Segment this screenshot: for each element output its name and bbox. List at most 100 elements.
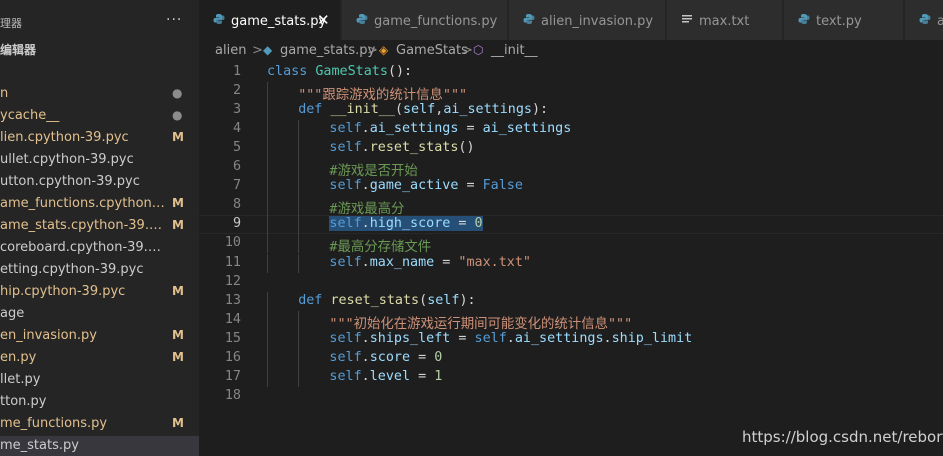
code-text: self.high_score = 0 [329,216,483,232]
editor-tab[interactable]: max.txt [667,0,783,40]
code-token: 0 [434,349,443,365]
code-token: (): [387,64,413,79]
editor-tab[interactable]: text.py [784,0,904,40]
code-line[interactable]: 2 """跟踪游戏的统计信息""" [199,82,943,103]
indent-guide [267,291,268,311]
breadcrumb: alien > ◆ game_stats.py > ◈ GameStats > … [199,40,943,62]
editor-tab-bar: game_stats.py ✕ game_functions.py alien_inv… [199,0,943,40]
code-line[interactable]: 6 #游戏是否开始 [199,158,943,179]
file-tree-item[interactable]: age [0,304,199,326]
code-line[interactable]: 14 """初始化在游戏运行期间可能变化的统计信息""" [199,310,943,332]
indent-guide [267,215,268,235]
file-tree-item[interactable]: llet.py [0,370,199,392]
python-icon [356,13,368,25]
file-name: en_invasion.py [0,328,97,343]
breadcrumb-file[interactable]: game_stats.py [280,43,375,58]
file-tree-item[interactable]: tton.py [0,392,199,414]
code-line[interactable]: 18 [199,387,943,406]
file-tree-item[interactable]: ame_functions.cpython-39.... M [0,194,199,216]
open-editors-section[interactable]: 编辑器 [0,41,36,58]
code-line[interactable]: 3 def __init__(self,ai_settings): [199,101,943,121]
file-name: hip.cpython-39.pyc [0,284,126,299]
editor-tab[interactable]: alien_invasion.py [509,0,666,40]
line-number: 12 [224,273,241,289]
indent-guide [298,348,300,368]
code-token: max_name [369,254,435,270]
editor-tab[interactable]: game_functions.py [342,0,508,40]
file-tree-item[interactable]: ullet.cpython-39.pyc [0,150,199,172]
code-token: . [361,368,370,384]
line-number: 1 [232,64,241,79]
code-text: def __init__(self,ai_settings): [298,102,548,117]
code-token: . [361,121,370,137]
code-token: score [369,349,411,365]
file-tree-item[interactable]: utton.cpython-39.pyc [0,172,199,194]
more-dots-icon[interactable]: ··· [166,12,182,28]
indent-guide [298,177,300,197]
code-line[interactable]: 4 self.ai_settings = ai_settings [199,120,943,140]
line-number: 3 [232,102,241,118]
code-line[interactable]: 8 #游戏最高分 [199,196,943,217]
indent-guide [267,196,268,216]
code-line[interactable]: 9 self.high_score = 0 [199,215,943,235]
editor-tab[interactable]: game_stats.py ✕ [199,0,341,40]
code-token: = [450,330,475,346]
code-token: def [298,292,331,308]
code-text: #游戏是否开始 [329,159,417,179]
close-icon[interactable]: ✕ [317,11,330,29]
indent-guide [267,234,268,254]
code-line[interactable]: 16 self.score = 0 [199,348,943,368]
file-tree-item[interactable]: n ● [0,84,199,106]
code-line[interactable]: 5 self.reset_stats() [199,139,943,159]
explorer-header: 理器 ··· [0,12,199,32]
indent-guide [267,367,268,387]
breadcrumb-class[interactable]: GameStats [396,43,468,58]
file-tree-item[interactable]: lien.cpython-39.pyc M [0,128,199,150]
breadcrumb-method[interactable]: __init__ [491,43,538,58]
file-tree-item[interactable]: ame_stats.cpython-39.pyc M [0,216,199,238]
code-token: reset_stats [330,292,420,308]
code-token: ( [419,292,428,308]
file-tree-item[interactable]: me_stats.py [0,436,199,456]
method-symbol-icon: ⬡ [473,43,484,57]
line-number: 4 [232,121,241,137]
line-number: 13 [224,292,241,308]
code-line[interactable]: 10 #最高分存储文件 [199,234,943,255]
code-text: """初始化在游戏运行期间可能变化的统计信息""" [329,312,632,332]
code-editor[interactable]: 1 class GameStats(): 2 """跟踪游戏的统计信息""" 3 def … [199,62,943,456]
file-tree-item[interactable]: etting.cpython-39.pyc [0,260,199,282]
editor-tab[interactable]: a [905,0,943,40]
file-tree-item[interactable]: me_functions.py M [0,414,199,436]
code-text: #最高分存储文件 [329,235,431,255]
git-status-badge: M [172,350,184,364]
file-tree-item[interactable]: hip.cpython-39.pyc M [0,282,199,304]
code-line[interactable]: 11 self.max_name = "max.txt" [199,253,943,273]
file-name: llet.py [0,372,41,387]
code-line[interactable]: 1 class GameStats(): [199,63,943,82]
breadcrumb-folder[interactable]: alien [215,43,246,58]
line-number: 10 [224,235,241,251]
code-token: "max.txt" [458,254,531,270]
file-name: age [0,306,25,321]
indent-guide [298,367,300,387]
code-line[interactable]: 13 def reset_stats(self): [199,291,943,311]
code-token: self [403,102,436,118]
file-tree-item[interactable]: coreboard.cpython-39.pyc [0,238,199,260]
code-token: def [298,102,331,118]
file-tree-item[interactable]: en.py M [0,348,199,370]
line-number: 17 [224,368,241,384]
watermark: https://blog.csdn.net/rebortt [742,428,943,446]
code-line[interactable]: 17 self.level = 1 [199,367,943,387]
code-line[interactable]: 15 self.ships_left = self.ai_settings.shi… [199,329,943,349]
file-tree-item[interactable]: ycache__ ● [0,106,199,128]
code-line[interactable]: 12 [199,273,943,292]
code-line[interactable]: 7 self.game_active = False [199,177,943,197]
indent-guide [267,310,268,330]
file-name: utton.cpython-39.pyc [0,174,140,189]
explorer-sidebar: 理器 ··· 编辑器 n ● ycache__ ● lien.cpython-39.py… [0,0,199,456]
code-token: 1 [434,368,443,384]
tab-label: a [937,14,943,29]
file-tree-item[interactable]: en_invasion.py M [0,326,199,348]
git-status-badge: M [172,196,184,210]
chevron-right-icon: > [252,43,263,58]
